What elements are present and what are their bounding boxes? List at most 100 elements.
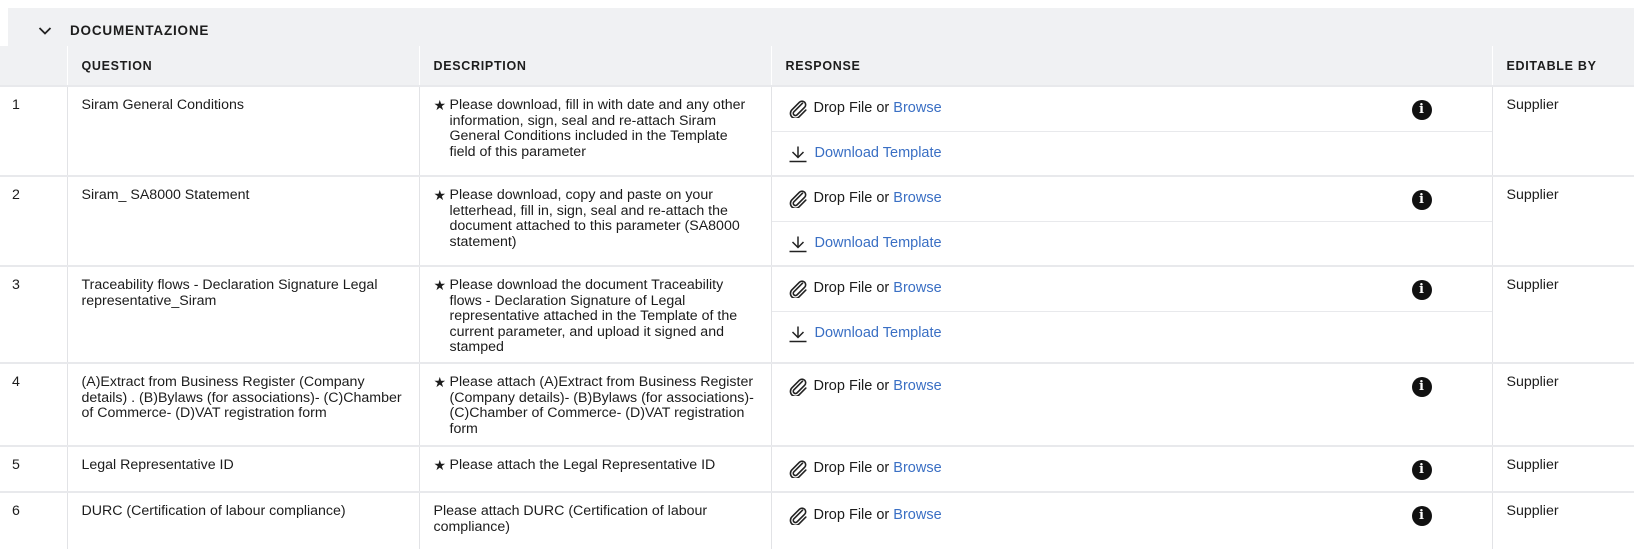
- description-cell: ★ Please download, copy and paste on you…: [418, 175, 771, 266]
- table-header-row: QUESTION DESCRIPTION RESPONSE EDITABLE B…: [0, 46, 1634, 86]
- download-template-label[interactable]: Download Template: [815, 325, 942, 342]
- drop-file-label: Drop File or: [813, 506, 894, 523]
- row-number: 1: [0, 85, 67, 176]
- drop-file-zone[interactable]: Drop File or Browse i: [772, 493, 1492, 538]
- drop-file-zone[interactable]: Drop File or Browse i: [771, 87, 1492, 132]
- description-text: Please download, copy and paste on your …: [449, 187, 740, 250]
- section-title: DOCUMENTAZIONE: [70, 23, 210, 38]
- editable-by-cell: Supplier: [1491, 445, 1634, 492]
- editable-by-text: Supplier: [1506, 187, 1559, 203]
- question-text: Traceability flows - Declaration Signatu…: [81, 277, 378, 309]
- description-text: Please attach (A)Extract from Business R…: [449, 374, 754, 437]
- question-cell: DURC (Certification of labour compliance…: [66, 491, 419, 549]
- browse-link[interactable]: Browse: [893, 507, 941, 524]
- row-number-text: 3: [12, 277, 20, 293]
- required-star-icon: ★: [433, 277, 447, 293]
- required-star-icon: ★: [433, 374, 447, 390]
- question-text: Legal Representative ID: [81, 457, 234, 473]
- response-cell: Drop File or Browse i: [770, 445, 1492, 492]
- description-text: Please download, fill in with date and a…: [449, 97, 746, 160]
- editable-by-text: Supplier: [1506, 374, 1559, 390]
- download-template-link[interactable]: Download Template: [772, 312, 1492, 355]
- required-star-icon: ★: [433, 187, 447, 203]
- description-cell: ★ Please download the document Traceabil…: [418, 265, 771, 363]
- description-text: Please attach DURC (Certification of lab…: [433, 503, 708, 535]
- editable-by-cell: Supplier: [1491, 85, 1634, 176]
- download-template-link[interactable]: Download Template: [772, 132, 1492, 175]
- info-icon[interactable]: i: [1411, 190, 1432, 210]
- drop-file-zone[interactable]: Drop File or Browse i: [772, 364, 1492, 409]
- col-description[interactable]: DESCRIPTION: [418, 46, 771, 86]
- table-row: 1 Siram General Conditions ★ Please down…: [0, 85, 1634, 176]
- drop-file-zone[interactable]: Drop File or Browse i: [771, 267, 1492, 312]
- question-text: DURC (Certification of labour compliance…: [81, 503, 346, 519]
- response-cell: Drop File or Browse i: [770, 362, 1492, 446]
- info-icon[interactable]: i: [1411, 100, 1432, 120]
- row-number-text: 4: [12, 374, 20, 390]
- download-template-label[interactable]: Download Template: [815, 235, 942, 252]
- row-number-text: 5: [12, 457, 20, 473]
- question-text: Siram_ SA8000 Statement: [81, 187, 250, 203]
- drop-file-zone[interactable]: Drop File or Browse i: [772, 447, 1492, 491]
- question-cell: Siram_ SA8000 Statement: [66, 175, 419, 266]
- paperclip-icon: [789, 100, 807, 118]
- response-cell: Drop File or Browse i Download Template: [770, 265, 1492, 363]
- paperclip-icon: [789, 460, 807, 478]
- info-icon[interactable]: i: [1411, 280, 1432, 300]
- drop-file-zone[interactable]: Drop File or Browse i: [771, 177, 1492, 222]
- row-number-text: 1: [12, 97, 20, 113]
- drop-file-label: Drop File or: [813, 280, 894, 297]
- table-row: 3 Traceability flows - Declaration Signa…: [0, 265, 1634, 363]
- col-response[interactable]: RESPONSE: [770, 46, 1492, 86]
- description-text: Please download the document Traceabilit…: [449, 277, 738, 355]
- drop-file-label: Drop File or: [813, 377, 894, 394]
- browse-link[interactable]: Browse: [893, 461, 941, 477]
- question-cell: (A)Extract from Business Register (Compa…: [66, 362, 419, 446]
- browse-link[interactable]: Browse: [893, 281, 941, 297]
- row-number: 3: [0, 265, 67, 363]
- response-cell: Drop File or Browse i Download Template: [770, 85, 1492, 176]
- col-number: [0, 46, 67, 86]
- chevron-down-icon[interactable]: [38, 26, 52, 36]
- description-cell: Please attach DURC (Certification of lab…: [418, 491, 771, 549]
- question-cell: Siram General Conditions: [66, 85, 419, 176]
- question-text: (A)Extract from Business Register (Compa…: [81, 374, 402, 421]
- info-icon[interactable]: i: [1411, 377, 1432, 397]
- download-icon: [789, 236, 806, 252]
- description-cell: ★ Please attach the Legal Representative…: [418, 445, 771, 492]
- row-number-text: 2: [12, 187, 20, 203]
- info-icon[interactable]: i: [1411, 506, 1432, 526]
- question-text: Siram General Conditions: [81, 97, 244, 113]
- paperclip-icon: [789, 190, 807, 208]
- description-cell: ★ Please attach (A)Extract from Business…: [418, 362, 771, 446]
- row-number: 4: [0, 362, 67, 446]
- table-row: 2 Siram_ SA8000 Statement ★ Please downl…: [0, 175, 1634, 266]
- browse-link[interactable]: Browse: [893, 191, 941, 207]
- paperclip-icon: [789, 506, 807, 525]
- editable-by-text: Supplier: [1506, 277, 1559, 293]
- drop-file-label: Drop File or: [813, 460, 894, 477]
- row-number: 5: [0, 445, 67, 492]
- download-icon: [789, 326, 806, 342]
- response-cell: Drop File or Browse i Download Template: [770, 175, 1492, 266]
- row-number: 6: [0, 491, 67, 549]
- col-editable-by[interactable]: EDITABLE BY: [1491, 46, 1634, 86]
- paperclip-icon: [789, 377, 807, 396]
- drop-file-label: Drop File or: [813, 190, 894, 207]
- info-icon[interactable]: i: [1411, 460, 1432, 480]
- col-question[interactable]: QUESTION: [66, 46, 419, 86]
- browse-link[interactable]: Browse: [893, 378, 941, 395]
- description-cell: ★ Please download, fill in with date and…: [418, 85, 771, 176]
- row-number: 2: [0, 175, 67, 266]
- description-text: Please attach the Legal Representative I…: [449, 457, 716, 473]
- table-row: 5 Legal Representative ID ★ Please attac…: [0, 445, 1634, 492]
- download-template-link[interactable]: Download Template: [772, 222, 1492, 265]
- browse-link[interactable]: Browse: [893, 101, 941, 117]
- required-star-icon: ★: [433, 97, 447, 113]
- editable-by-text: Supplier: [1506, 457, 1559, 473]
- editable-by-text: Supplier: [1506, 503, 1559, 519]
- table-row: 6 DURC (Certification of labour complian…: [0, 491, 1634, 549]
- editable-by-cell: Supplier: [1491, 265, 1634, 363]
- required-star-icon: ★: [433, 457, 447, 473]
- download-template-label[interactable]: Download Template: [815, 145, 942, 162]
